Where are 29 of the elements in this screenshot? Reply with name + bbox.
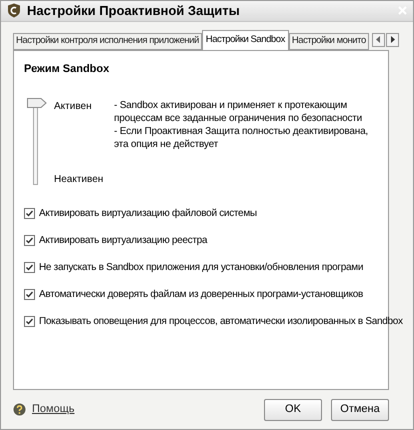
checkbox[interactable] — [24, 262, 35, 273]
scroll-left-button[interactable] — [372, 32, 385, 46]
help-link[interactable]: Помощь — [32, 401, 74, 418]
checkbox[interactable] — [24, 289, 35, 300]
tab[interactable]: Настройки Sandbox — [202, 30, 289, 50]
checkbox-label: Активировать виртуализацию реестра — [39, 234, 208, 248]
shield-icon — [7, 3, 21, 18]
window-title: Настройки Проактивной Защиты — [27, 2, 240, 20]
checkbox-label: Не запускать в Sandbox приложения для установки/обновления програми — [39, 261, 364, 275]
description-text: - Sandbox активирован и применяет к протекающим процессам все заданные ограничения по безопасности — [114, 99, 364, 125]
slider-label: Активен — [54, 100, 93, 114]
help-icon — [13, 403, 26, 416]
checkbox-label: Активировать виртуализацию файловой системы — [39, 207, 257, 221]
checkbox[interactable] — [24, 235, 35, 246]
scroll-right-button[interactable] — [386, 32, 399, 46]
checkbox[interactable] — [24, 208, 35, 219]
tab[interactable]: Настройки контроля исполнения приложений — [13, 32, 202, 50]
checkbox[interactable] — [24, 316, 35, 327]
slider-label: Неактивен — [54, 173, 104, 187]
description-text: - Если Проактивная Защита полностью деактивирована, эта опция не действует — [114, 125, 370, 151]
left-arrow-icon — [376, 36, 381, 43]
section-title: Режим Sandbox — [24, 62, 110, 76]
dialog-button[interactable]: OK — [264, 398, 322, 420]
dialog-button[interactable]: Отмена — [331, 398, 389, 420]
slider-thumb[interactable] — [27, 98, 47, 108]
checkbox-label: Показывать оповещения для процессов, автоматически изолированных в Sandbox — [39, 315, 403, 329]
checkbox-label: Автоматически доверять файлам из доверенных програми-установщиков — [39, 288, 364, 302]
right-arrow-icon — [390, 36, 395, 43]
tab[interactable]: Настройки монито — [288, 32, 369, 50]
